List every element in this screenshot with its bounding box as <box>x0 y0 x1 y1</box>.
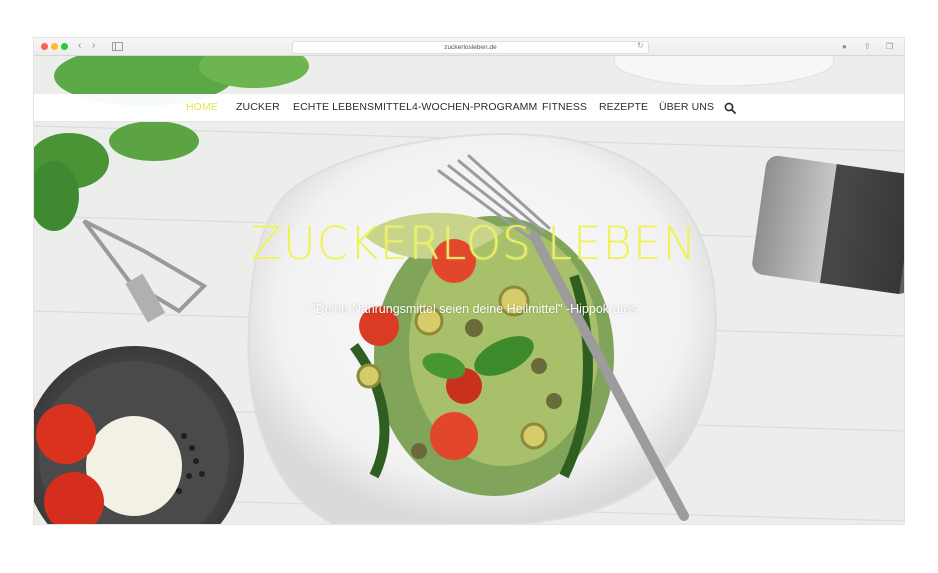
reload-icon[interactable]: ↻ <box>637 40 644 52</box>
minimize-window-button[interactable] <box>51 43 58 50</box>
hero-title: ZUCKERLOS LEBEN <box>250 217 698 270</box>
close-window-button[interactable] <box>41 43 48 50</box>
nav-item-echte-lebensmittel[interactable]: ECHTE LEBENSMITTEL <box>293 94 412 121</box>
nav-item-4-wochen-programm[interactable]: 4-WOCHEN-PROGRAMM <box>412 94 537 121</box>
download-icon[interactable]: ● <box>842 40 847 53</box>
address-bar[interactable]: zuckerlosleben.de <box>292 41 649 54</box>
share-icon[interactable]: ⇧ <box>864 40 871 53</box>
nav-item-zucker[interactable]: ZUCKER <box>236 94 280 121</box>
nav-item-fitness[interactable]: FITNESS <box>542 94 587 121</box>
hero-section: HOME ZUCKER ECHTE LEBENSMITTEL 4-WOCHEN-… <box>34 56 904 524</box>
hero-background-image <box>34 56 904 524</box>
nav-item-ueber-uns[interactable]: ÜBER UNS <box>659 94 714 121</box>
zoom-window-button[interactable] <box>61 43 68 50</box>
browser-toolbar: ‹ › zuckerlosleben.de ↻ ● ⇧ ❐ <box>34 38 904 56</box>
chevron-right-icon[interactable]: › <box>92 40 95 52</box>
chevron-left-icon[interactable]: ‹ <box>78 40 81 52</box>
site-navigation: HOME ZUCKER ECHTE LEBENSMITTEL 4-WOCHEN-… <box>34 94 904 122</box>
hero-quote: "Deine Nahrungsmittel seien deine Heilmi… <box>311 302 637 316</box>
browser-window: ‹ › zuckerlosleben.de ↻ ● ⇧ ❐ HOME ZUCKE… <box>34 38 904 524</box>
nav-item-rezepte[interactable]: REZEPTE <box>599 94 648 121</box>
search-icon[interactable] <box>724 102 736 114</box>
sidebar-toggle-icon[interactable] <box>112 42 123 51</box>
tabs-icon[interactable]: ❐ <box>886 40 893 53</box>
nav-item-home[interactable]: HOME <box>186 94 218 121</box>
